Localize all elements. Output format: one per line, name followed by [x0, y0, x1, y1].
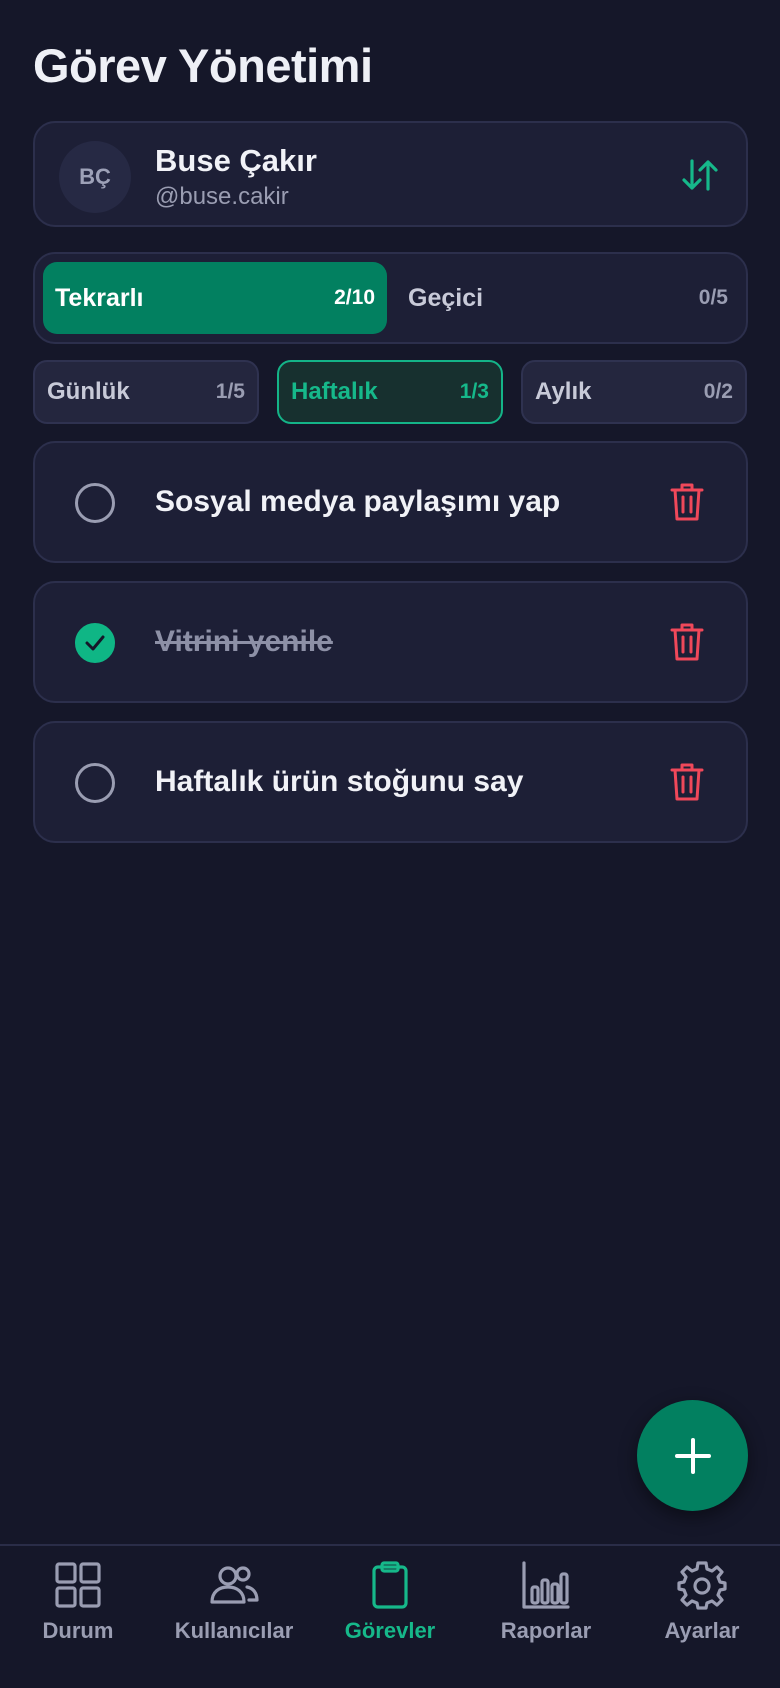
task-checkbox[interactable] [75, 483, 115, 523]
nav-label: Durum [42, 1618, 114, 1643]
nav-label: Raporlar [500, 1618, 592, 1643]
task-type-segment: Tekrarlı 2/10 Geçici 0/5 [33, 252, 748, 344]
filter-count: 1/5 [215, 380, 245, 403]
filter-count: 0/2 [703, 380, 733, 403]
users-icon [210, 1566, 259, 1604]
avatar: BÇ [59, 141, 131, 213]
nav-raporlar[interactable]: Raporlar [468, 1560, 624, 1660]
filter-label: Aylık [535, 378, 592, 405]
tab-label: Tekrarlı [55, 283, 144, 312]
plus-icon [674, 1437, 711, 1474]
switch-user-icon[interactable] [680, 155, 720, 195]
trash-icon[interactable] [670, 761, 704, 803]
check-icon [85, 635, 105, 651]
tab-gecici[interactable]: Geçici 0/5 [396, 262, 740, 334]
filter-gunluk[interactable]: Günlük 1/5 [33, 360, 259, 424]
nav-gorevler[interactable]: Görevler [312, 1560, 468, 1660]
page-title: Görev Yönetimi [33, 39, 373, 92]
task-checkbox-checked[interactable] [75, 623, 115, 663]
task-title: Vitrini yenile [155, 625, 333, 658]
task-title: Haftalık ürün stoğunu say [155, 765, 524, 798]
task-item: Vitrini yenile [33, 581, 748, 703]
grid-icon [55, 1562, 101, 1608]
add-task-button[interactable] [637, 1400, 748, 1511]
tab-label: Geçici [408, 283, 484, 312]
trash-icon[interactable] [670, 621, 704, 663]
nav-label: Kullanıcılar [174, 1618, 294, 1643]
clipboard-icon [372, 1561, 408, 1609]
user-card: BÇ Buse Çakır @buse.cakir [33, 121, 748, 227]
task-title: Sosyal medya paylaşımı yap [155, 485, 561, 518]
filter-haftalik[interactable]: Haftalık 1/3 [277, 360, 503, 424]
filter-count: 1/3 [459, 380, 489, 403]
nav-ayarlar[interactable]: Ayarlar [624, 1560, 780, 1660]
nav-durum[interactable]: Durum [0, 1560, 156, 1660]
gear-icon [677, 1561, 727, 1610]
task-checkbox[interactable] [75, 763, 115, 803]
user-name: Buse Çakır [155, 143, 317, 178]
nav-label: Görevler [344, 1618, 436, 1643]
trash-icon[interactable] [670, 481, 704, 523]
bottom-nav: Durum Kullanıcılar Görevler Raporlar Aya… [0, 1544, 780, 1688]
filter-label: Günlük [47, 378, 130, 405]
filter-label: Haftalık [291, 378, 378, 405]
nav-label: Ayarlar [664, 1618, 740, 1643]
nav-kullanicilar[interactable]: Kullanıcılar [156, 1560, 312, 1660]
user-handle: @buse.cakir [155, 183, 289, 210]
bar-chart-icon [522, 1561, 570, 1609]
task-item: Haftalık ürün stoğunu say [33, 721, 748, 843]
tab-count: 0/5 [698, 286, 728, 309]
tab-count: 2/10 [334, 286, 375, 309]
task-item: Sosyal medya paylaşımı yap [33, 441, 748, 563]
filter-aylik[interactable]: Aylık 0/2 [521, 360, 747, 424]
tab-tekrarli[interactable]: Tekrarlı 2/10 [43, 262, 387, 334]
